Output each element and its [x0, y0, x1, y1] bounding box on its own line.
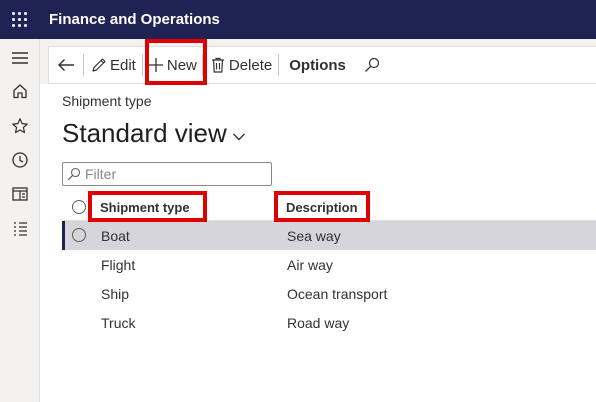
options-tab[interactable]: Options	[279, 46, 358, 84]
app-header: Finance and Operations	[0, 0, 596, 39]
edit-label: Edit	[110, 56, 136, 74]
clock-recent-icon[interactable]	[8, 148, 32, 172]
navigation-pane	[0, 39, 40, 402]
edit-button[interactable]: Edit	[84, 46, 142, 84]
cell-shipment-type[interactable]: Ship	[101, 286, 129, 302]
search-icon	[364, 57, 380, 72]
row-select-radio[interactable]	[72, 228, 86, 242]
table-row[interactable]: Truck Road way	[62, 308, 596, 337]
plus-icon	[148, 58, 163, 72]
trash-icon	[211, 57, 224, 73]
hamburger-menu-icon[interactable]	[8, 46, 32, 70]
view-selector[interactable]: Standard view	[62, 118, 246, 149]
new-label: New	[166, 56, 197, 74]
modules-list-icon[interactable]	[8, 217, 32, 241]
column-header-description[interactable]: Description	[286, 200, 358, 215]
select-all-radio[interactable]	[72, 200, 86, 214]
selected-row-indicator	[62, 221, 65, 250]
view-name: Standard view	[62, 118, 227, 148]
chevron-down-icon	[232, 133, 245, 140]
workspaces-icon[interactable]	[8, 182, 32, 206]
cell-description[interactable]: Ocean transport	[287, 286, 387, 302]
cell-description[interactable]: Air way	[287, 257, 333, 273]
home-icon[interactable]	[8, 79, 32, 103]
cell-description[interactable]: Sea way	[287, 228, 341, 244]
new-button[interactable]: New	[143, 46, 202, 84]
app-launcher-icon[interactable]	[0, 0, 39, 39]
delete-button[interactable]: Delete	[203, 46, 278, 84]
action-pane: Edit New Delete Options	[48, 46, 596, 84]
table-row[interactable]: Ship Ocean transport	[62, 279, 596, 308]
cell-description[interactable]: Road way	[287, 315, 349, 331]
cell-shipment-type[interactable]: Boat	[101, 228, 130, 244]
filter-field[interactable]	[62, 162, 272, 186]
pencil-icon	[92, 58, 106, 72]
filter-input[interactable]	[85, 166, 265, 182]
column-header-shipment-type[interactable]: Shipment type	[100, 200, 190, 215]
page-entity-label: Shipment type	[62, 93, 152, 109]
back-button[interactable]	[49, 46, 83, 84]
cell-shipment-type[interactable]: Truck	[101, 315, 135, 331]
back-arrow-icon	[58, 59, 74, 71]
grid-header: Shipment type Description	[62, 194, 596, 221]
search-icon	[67, 167, 81, 181]
table-row[interactable]: Flight Air way	[62, 250, 596, 279]
cell-shipment-type[interactable]: Flight	[101, 257, 135, 273]
delete-label: Delete	[228, 56, 273, 74]
search-button[interactable]	[358, 46, 386, 84]
page-content: Shipment type Standard view Shipment typ…	[40, 84, 596, 402]
app-title: Finance and Operations	[49, 11, 220, 28]
table-row[interactable]: Boat Sea way	[62, 221, 596, 250]
star-favorites-icon[interactable]	[8, 114, 32, 138]
